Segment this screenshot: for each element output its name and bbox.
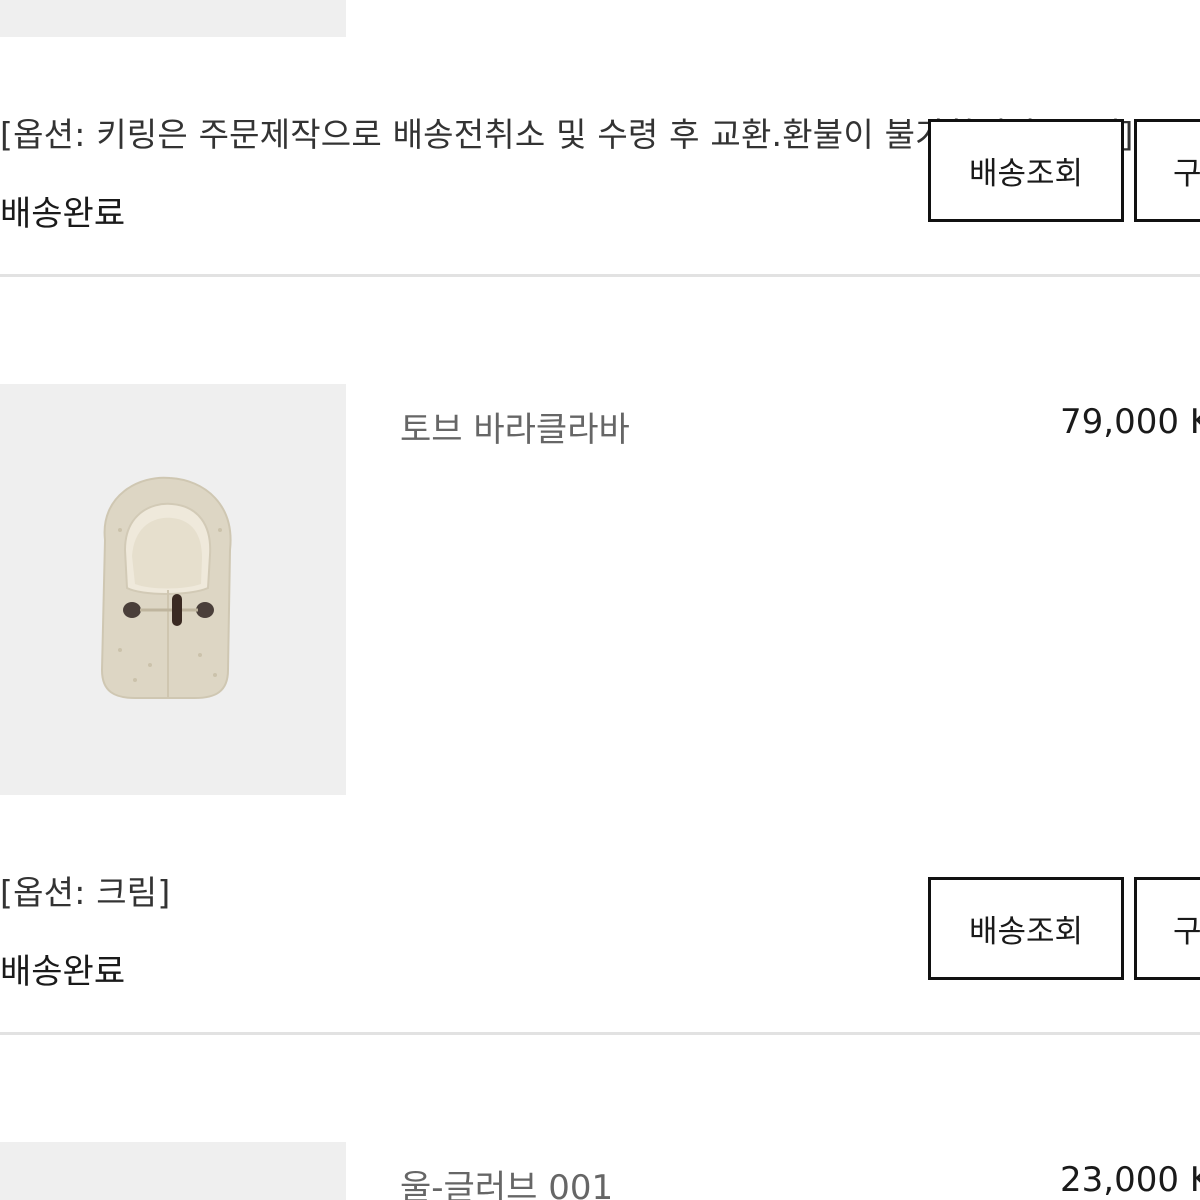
product-price: 23,000 K (1060, 1160, 1200, 1200)
order-divider (0, 274, 1200, 277)
purchase-confirm-button[interactable]: 구 (1134, 119, 1200, 222)
product-name-link[interactable]: 울-글러브 001 (400, 1160, 613, 1200)
order-divider (0, 1032, 1200, 1035)
delivery-status: 배송완료 (0, 194, 126, 234)
track-delivery-button[interactable]: 배송조회 (928, 877, 1124, 980)
purchase-confirm-button[interactable]: 구 (1134, 877, 1200, 980)
order-list-page: [옵션: 키링은 주문제작으로 배송전취소 및 수령 후 교환.환불이 불가합니… (0, 0, 1200, 1200)
product-thumbnail[interactable] (0, 1142, 346, 1200)
product-price: 79,000 K (1060, 402, 1200, 442)
product-name-link[interactable]: 토브 바라클라바 (400, 402, 630, 451)
product-thumbnail[interactable] (0, 0, 346, 37)
track-delivery-button[interactable]: 배송조회 (928, 119, 1124, 222)
balaclava-product-image (100, 476, 232, 699)
delivery-status: 배송완료 (0, 952, 126, 992)
order-option-text: [옵션: 크림] (0, 873, 171, 912)
